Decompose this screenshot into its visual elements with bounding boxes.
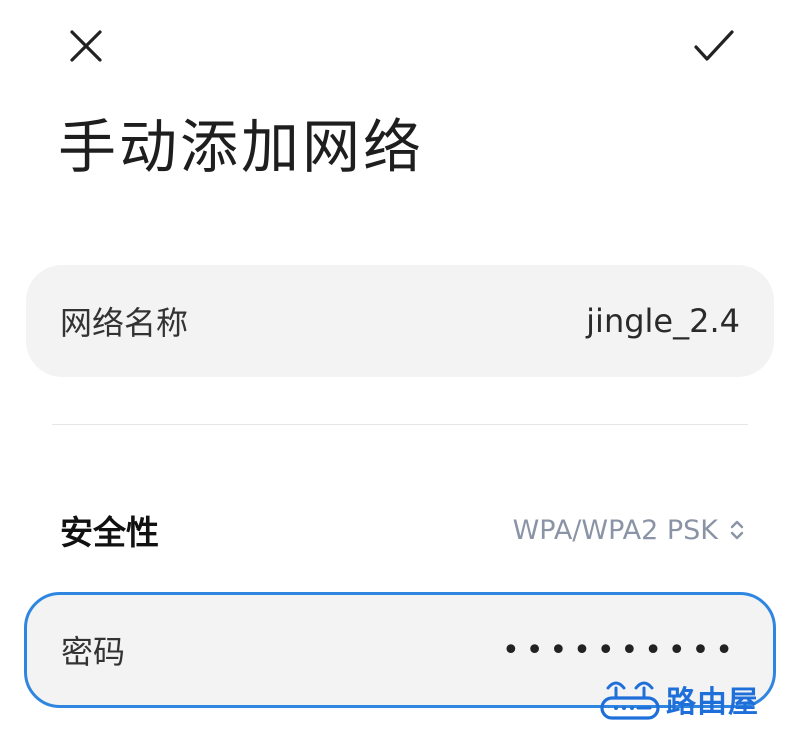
chevron-up-down-icon [730, 520, 744, 540]
checkmark-icon [694, 30, 734, 61]
security-dropdown[interactable]: WPA/WPA2 PSK [513, 515, 746, 546]
watermark-logo: 路由屋 [598, 672, 774, 726]
password-label: 密码 [61, 633, 126, 671]
close-icon [70, 30, 102, 62]
security-value: WPA/WPA2 PSK [512, 514, 718, 546]
network-name-field[interactable]: 网络名称 jingle_2.4 [26, 265, 774, 377]
security-label: 安全性 [60, 513, 159, 552]
password-value[interactable]: •••••••••• [502, 633, 739, 668]
page-title: 手动添加网络 [58, 113, 425, 181]
add-network-screen: 手动添加网络 网络名称 jingle_2.4 安全性 WPA/WPA2 PSK … [0, 0, 800, 756]
network-name-value[interactable]: jingle_2.4 [586, 302, 740, 340]
confirm-button[interactable] [686, 18, 742, 74]
close-button[interactable] [58, 18, 114, 74]
network-name-label: 网络名称 [60, 304, 189, 342]
watermark-text: 路由屋 [666, 685, 759, 720]
router-logo-icon [600, 681, 660, 720]
security-row[interactable]: 安全性 WPA/WPA2 PSK [60, 498, 746, 562]
divider [52, 424, 748, 425]
